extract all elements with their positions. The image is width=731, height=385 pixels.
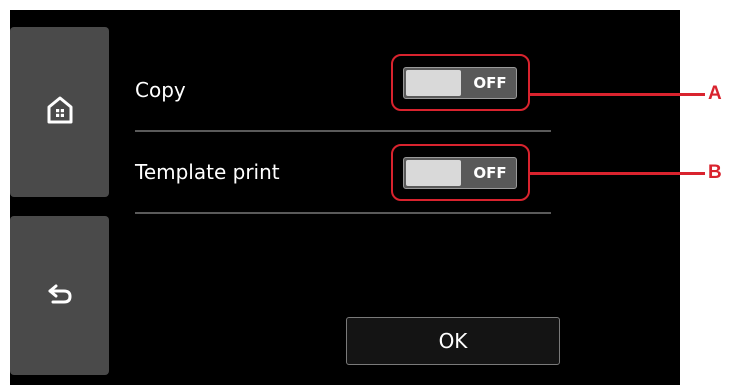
callout-line-a [530,93,705,96]
copy-label: Copy [135,78,186,102]
callout-frame-b: OFF [391,144,530,201]
home-icon [47,96,73,128]
callout-label-b: B [708,162,722,183]
home-button[interactable] [10,27,109,197]
copy-toggle[interactable]: OFF [403,67,517,99]
back-button[interactable] [10,216,109,375]
toggle-state-text: OFF [473,74,507,92]
toggle-knob [406,70,461,96]
toggle-knob [406,160,461,186]
template-print-label: Template print [135,160,280,184]
callout-label-a: A [708,83,722,104]
callout-frame-a: OFF [391,54,530,111]
callout-line-b [530,172,705,175]
back-arrow-icon [47,283,73,309]
template-print-toggle[interactable]: OFF [403,157,517,189]
printer-screen: Copy Template print OK [10,10,680,385]
ok-button[interactable]: OK [346,317,560,365]
row-divider [135,212,551,214]
toggle-state-text: OFF [473,164,507,182]
row-divider [135,130,551,132]
